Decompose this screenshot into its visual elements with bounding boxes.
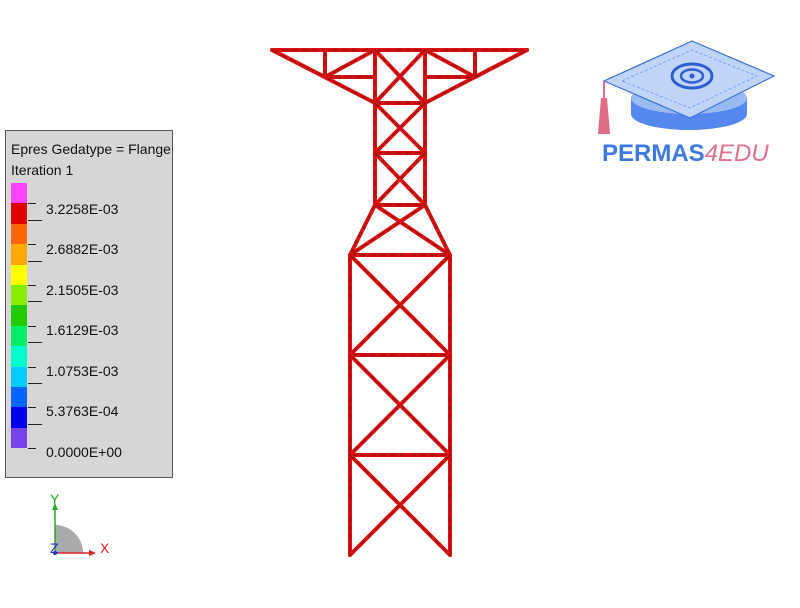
legend-value: 1.0753E-03 (46, 363, 119, 379)
color-scale-tick (28, 383, 42, 384)
color-scale-segment (11, 366, 27, 387)
color-scale-tick (28, 342, 42, 344)
legend-value: 5.3763E-04 (46, 403, 119, 419)
y-axis-label: Y (50, 491, 60, 507)
color-scale-tick (28, 244, 36, 246)
x-axis-arrow-icon (89, 550, 96, 556)
legend-value: 1.6129E-03 (46, 322, 119, 338)
color-scale-tick (28, 219, 42, 221)
legend-value: 0.0000E+00 (46, 444, 122, 460)
legend-title: Epres Gedatype = Flange (11, 141, 171, 157)
z-axis-label: Z (50, 540, 59, 556)
axis-quadrant-icon (55, 525, 83, 553)
axis-triad: Y Z X (50, 491, 110, 556)
legend-panel: Epres Gedatype = Flange Iteration 1 3.22… (5, 130, 173, 478)
color-scale-tick (28, 407, 36, 409)
color-scale-segment (11, 284, 27, 306)
legend-value: 3.2258E-03 (46, 201, 119, 217)
color-scale-tick (28, 325, 36, 327)
color-scale-tick (28, 448, 36, 450)
color-scale-tick (28, 423, 42, 425)
logo-tassel-icon (598, 98, 610, 134)
color-scale-segment (11, 223, 27, 245)
legend-value: 2.1505E-03 (46, 282, 119, 298)
color-scale-tick (28, 285, 36, 286)
color-scale-segment (11, 264, 27, 285)
color-scale-segment (11, 407, 27, 428)
color-scale-bar (11, 183, 27, 449)
legend-value: 2.6882E-03 (46, 241, 119, 257)
color-scale-segment (11, 346, 27, 367)
color-scale-segment (11, 183, 27, 204)
permas4edu-logo-text: PERMAS4EDU (602, 140, 769, 168)
color-scale-segment (11, 203, 27, 224)
color-scale-segment (11, 305, 27, 326)
color-scale-tick (28, 301, 42, 303)
legend-subtitle: Iteration 1 (11, 162, 74, 178)
logo-text-accent: 4EDU (704, 140, 769, 167)
color-scale-tick (28, 260, 42, 262)
color-scale-tick (28, 366, 36, 368)
color-scale-tick (28, 203, 36, 205)
color-scale-segment (11, 427, 27, 449)
color-scale-segment (11, 325, 27, 347)
color-scale-segment (11, 244, 27, 265)
truss-tower-model[interactable] (260, 40, 540, 565)
x-axis-label: X (100, 540, 110, 556)
logo-text-main: PERMAS (602, 140, 705, 167)
logo-cap-board-icon (602, 40, 776, 119)
color-scale-segment (11, 386, 27, 408)
logo-spiral-center-icon (689, 73, 695, 79)
permas4edu-logo-icon (598, 40, 776, 134)
